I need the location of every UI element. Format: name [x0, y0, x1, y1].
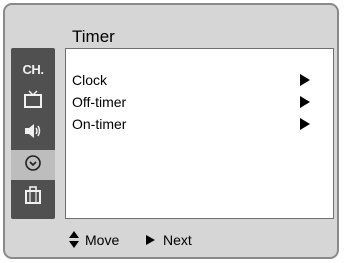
move-label: Move	[85, 232, 120, 248]
channel-icon: CH.	[22, 61, 44, 77]
move-hint: Move	[69, 231, 119, 249]
suitcase-icon	[23, 185, 43, 210]
menu-item-on-timer[interactable]: On-timer	[72, 113, 318, 135]
arrow-right-icon	[146, 235, 155, 245]
tv-icon	[23, 89, 43, 114]
arrow-right-icon	[300, 74, 310, 86]
arrow-right-icon	[300, 96, 310, 108]
rail-item-picture[interactable]	[11, 86, 55, 116]
next-label: Next	[163, 232, 192, 248]
menu-item-off-timer[interactable]: Off-timer	[72, 91, 318, 113]
menu-item-label: Clock	[72, 72, 108, 88]
rail-item-sound[interactable]	[11, 118, 55, 148]
rail-item-setup[interactable]	[11, 182, 55, 212]
next-hint: Next	[146, 231, 192, 249]
footer-hints: Move Next	[5, 219, 337, 257]
menu-item-label: Off-timer	[72, 94, 127, 110]
speaker-icon	[22, 121, 44, 146]
rail-item-timer[interactable]	[11, 150, 55, 180]
menu-item-clock[interactable]: Clock	[72, 69, 318, 91]
osd-window: Timer CH. Clock Off-timer On-timer Move …	[3, 3, 339, 259]
menu-panel: Clock Off-timer On-timer	[65, 48, 334, 219]
rail-item-channel[interactable]: CH.	[11, 54, 55, 84]
page-title: Timer	[72, 27, 115, 46]
category-rail: CH.	[11, 48, 55, 219]
up-down-arrow-icon	[69, 231, 79, 249]
title-bar: Timer	[5, 5, 337, 46]
arrow-right-icon	[300, 118, 310, 130]
menu-item-label: On-timer	[72, 116, 127, 132]
clock-icon	[23, 153, 43, 178]
